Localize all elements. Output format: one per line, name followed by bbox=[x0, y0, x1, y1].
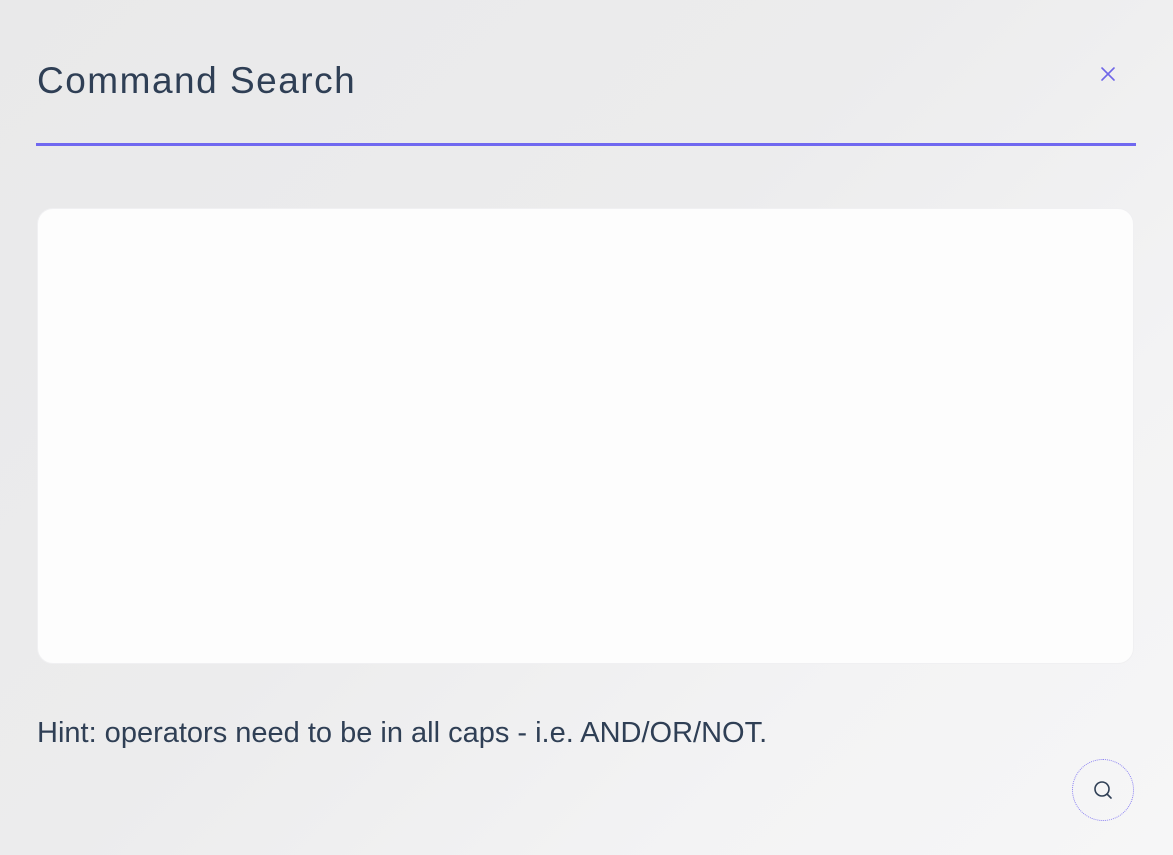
close-icon bbox=[1101, 67, 1115, 81]
dialog-title: Command Search bbox=[37, 60, 357, 101]
search-input[interactable] bbox=[37, 208, 1134, 664]
search-button[interactable] bbox=[1072, 759, 1134, 821]
operator-hint: Hint: operators need to be in all caps -… bbox=[37, 717, 768, 749]
search-icon bbox=[1094, 781, 1112, 799]
header-divider bbox=[36, 143, 1136, 146]
close-button[interactable] bbox=[1094, 60, 1122, 88]
